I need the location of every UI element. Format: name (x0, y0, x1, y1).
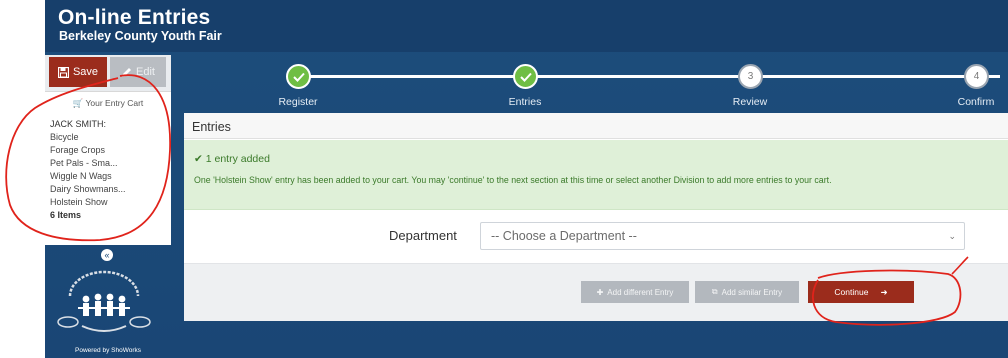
cart-owner: JACK SMITH: (50, 119, 107, 129)
step-entries-dot[interactable] (513, 64, 538, 89)
cart-icon: 🛒 (72, 98, 84, 108)
entry-cart: 🛒 Your Entry Cart JACK SMITH: Bicycle Fo… (45, 91, 171, 245)
edit-button[interactable]: Edit (110, 57, 166, 87)
alert-heading-text: 1 entry added (205, 153, 270, 165)
plus-icon: ✚ (596, 287, 604, 297)
app-title: On-line Entries (58, 6, 211, 29)
cart-item[interactable]: Wiggle N Wags (50, 170, 126, 183)
cart-count: 6 Items (50, 210, 82, 220)
cart-item[interactable]: Forage Crops (50, 144, 126, 157)
success-alert: ✔ 1 entry added One 'Holstein Show' entr… (184, 140, 1008, 210)
add-different-label: Add different Entry (607, 287, 674, 297)
check-icon (519, 72, 532, 82)
cart-header[interactable]: 🛒 Your Entry Cart (45, 98, 171, 109)
continue-label: Continue (834, 287, 869, 297)
add-similar-label: Add similar Entry (721, 287, 783, 297)
fair-logo (57, 270, 151, 332)
step-register-label: Register (278, 96, 318, 108)
entries-panel: Entries ✔ 1 entry added One 'Holstein Sh… (184, 113, 1008, 321)
floppy-disk-icon (57, 66, 69, 78)
panel-title: Entries (184, 113, 1008, 139)
check-icon (292, 72, 305, 82)
step-register-dot[interactable] (286, 64, 311, 89)
continue-button[interactable]: Continue ➜ (808, 281, 914, 303)
step-review-dot[interactable]: 3 (738, 64, 763, 89)
department-select-value: -- Choose a Department -- (491, 229, 637, 243)
department-select[interactable]: -- Choose a Department -- ⌄ (480, 222, 965, 250)
pencil-icon (122, 67, 132, 77)
add-similar-entry-button[interactable]: ⧉ Add similar Entry (695, 281, 799, 303)
cart-item[interactable]: Pet Pals - Sma... (50, 157, 126, 170)
chevron-left-icon: « (104, 250, 110, 260)
cart-item[interactable]: Dairy Showmans... (50, 183, 126, 196)
step-confirm-dot[interactable]: 4 (964, 64, 989, 89)
stepper-line (310, 75, 1000, 78)
alert-message: One 'Holstein Show' entry has been added… (194, 175, 832, 185)
powered-by: Powered by ShoWorks (75, 347, 141, 354)
add-different-entry-button[interactable]: ✚ Add different Entry (581, 281, 689, 303)
fair-name: Berkeley County Youth Fair (59, 29, 222, 43)
step-review-label: Review (732, 96, 768, 108)
step-confirm-number: 4 (973, 71, 980, 82)
action-bar: ✚ Add different Entry ⧉ Add similar Entr… (184, 263, 1008, 321)
cart-title: Your Entry Cart (85, 98, 144, 108)
save-label: Save (72, 66, 99, 78)
sidebar-toolbar: Save Edit (45, 55, 171, 91)
step-review-number: 3 (747, 71, 754, 82)
page: On-line Entries Berkeley County Youth Fa… (0, 0, 1008, 358)
edit-label: Edit (136, 66, 155, 78)
arrow-right-icon: ➜ (880, 286, 888, 297)
collapse-sidebar-button[interactable]: « (101, 249, 113, 261)
cart-item[interactable]: Holstein Show (50, 196, 126, 209)
check-icon: ✔ (194, 153, 203, 165)
step-entries-label: Entries (508, 96, 542, 108)
step-confirm-label: Confirm (957, 96, 995, 108)
cart-list: JACK SMITH: Bicycle Forage Crops Pet Pal… (50, 118, 126, 222)
save-button[interactable]: Save (49, 57, 107, 87)
app-header: On-line Entries Berkeley County Youth Fa… (45, 0, 1008, 52)
cart-item[interactable]: Bicycle (50, 131, 126, 144)
department-label: Department (389, 228, 457, 243)
copy-icon: ⧉ (711, 287, 718, 296)
chevron-down-icon: ⌄ (948, 231, 956, 241)
alert-heading: ✔ 1 entry added (194, 153, 270, 165)
